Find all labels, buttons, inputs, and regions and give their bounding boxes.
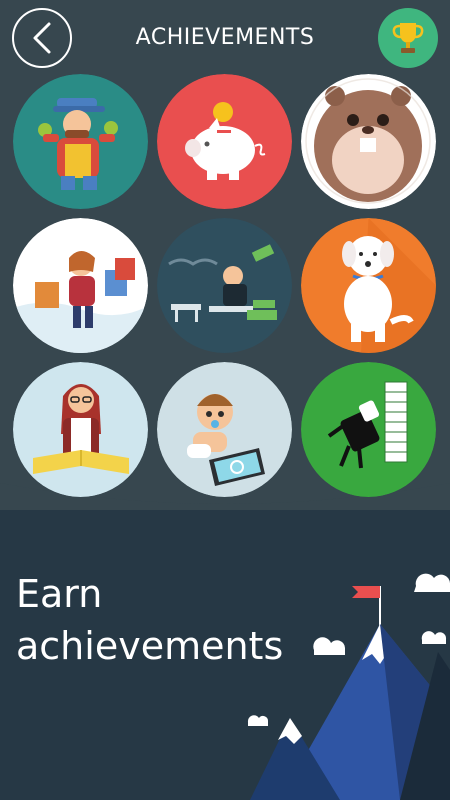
achievement-farmer[interactable]	[13, 74, 148, 209]
piggy-bank-icon	[157, 74, 292, 209]
baby-tablet-icon	[157, 362, 292, 497]
shopping-icon	[13, 218, 148, 353]
reader-icon	[13, 362, 148, 497]
farmer-icon	[13, 74, 148, 209]
achievement-baby-tablet[interactable]	[157, 362, 292, 497]
dog-icon	[301, 218, 436, 353]
money-relax-icon	[157, 218, 292, 353]
flag-icon	[352, 586, 380, 598]
achievement-dog[interactable]	[301, 218, 436, 353]
cloud-icon	[247, 715, 268, 726]
achievement-money-relax[interactable]	[157, 218, 292, 353]
hamster-icon	[301, 74, 436, 209]
achievement-hamster[interactable]	[301, 74, 436, 209]
achievements-grid	[0, 0, 450, 510]
brick-wall-icon	[301, 362, 436, 497]
cloud-icon	[414, 573, 450, 592]
mountain-illustration	[247, 573, 450, 800]
achievement-reader[interactable]	[13, 362, 148, 497]
cloud-icon	[421, 631, 447, 644]
achievement-piggy-bank[interactable]	[157, 74, 292, 209]
achievement-brick-wall[interactable]	[301, 362, 436, 497]
achievement-shopping[interactable]	[13, 218, 148, 353]
cloud-icon	[313, 637, 345, 655]
